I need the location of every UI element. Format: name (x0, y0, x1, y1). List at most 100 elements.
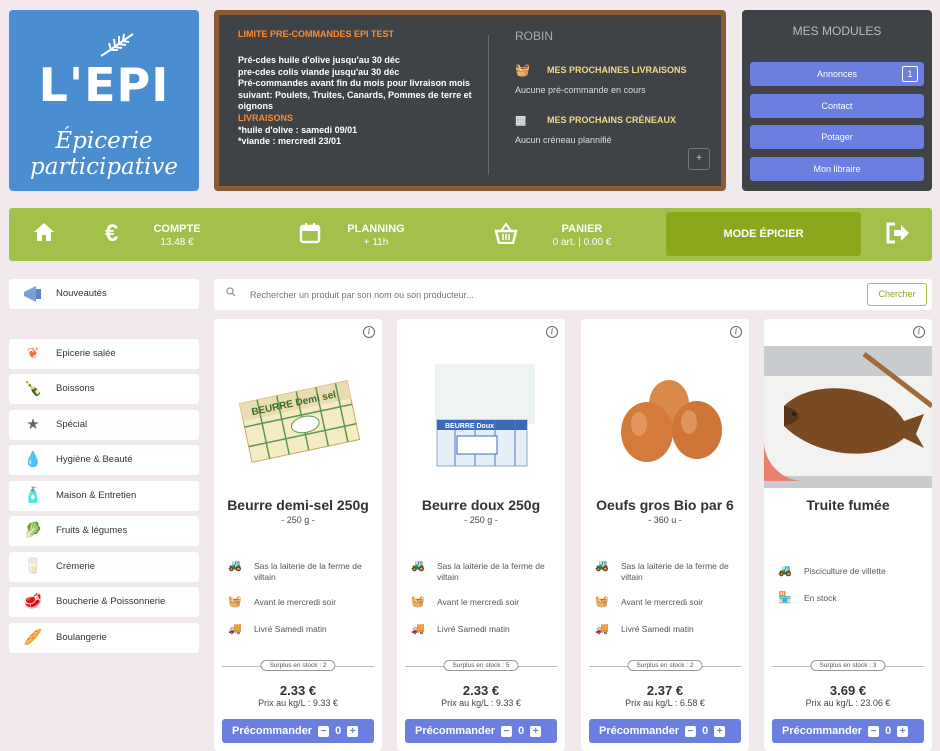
main-nav-bar: € COMPTE 13.48 € PLANNING + 11h PANIER 0… (9, 208, 932, 261)
order-count: 0 (702, 725, 709, 737)
product-quantity: - 250 g - (464, 515, 498, 525)
user-name: ROBIN (515, 29, 554, 43)
minus-icon[interactable]: − (685, 725, 697, 737)
product-price: 3.69 € (829, 683, 867, 698)
info-icon[interactable]: i (913, 326, 925, 338)
euro-icon[interactable]: € (105, 220, 118, 248)
board-plus-button[interactable]: + (688, 148, 710, 170)
price-per-kg: Prix au kg/L : 6.58 € (625, 698, 705, 708)
minus-icon[interactable]: − (318, 725, 330, 737)
bottle-icon: 🍾 (23, 380, 43, 397)
logout-icon[interactable] (885, 222, 911, 250)
producer-icon: 🚜 (228, 560, 242, 572)
basket-icon: 🧺 (515, 63, 530, 77)
minus-icon[interactable]: − (868, 725, 880, 737)
plus-icon[interactable]: + (530, 725, 542, 737)
delivery-row: 🚚 Livré Samedi matin (411, 623, 510, 635)
info-icon[interactable]: i (363, 326, 375, 338)
sidebar-item-hygiene[interactable]: 💧 Hygiène & Beauté (9, 445, 199, 475)
panier-link[interactable]: PANIER 0 art. | 0.00 € (537, 223, 627, 248)
plus-icon[interactable]: + (347, 725, 359, 737)
availability-row: 🧺 Avant le mercredi soir (595, 596, 704, 608)
slots-section: ▦ MES PROCHAINS CRÉNEAUX Aucun créneau pl… (515, 113, 677, 145)
price-per-kg: Prix au kg/L : 23.06 € (805, 698, 891, 708)
mode-epicier-button[interactable]: MODE ÉPICIER (666, 212, 861, 256)
star-icon: ★ (26, 416, 40, 433)
preorder-button[interactable]: Précommander −0 + (589, 719, 741, 743)
epi-logo[interactable]: L'EPI Épicerie participative (9, 10, 199, 191)
logo-subtitle: Épicerie participative (30, 128, 178, 180)
preorder-button[interactable]: Précommander −0 + (772, 719, 924, 743)
planning-link[interactable]: PLANNING + 11h (341, 223, 411, 248)
sidebar-item-maison[interactable]: 🧴 Maison & Entretien (9, 481, 199, 511)
sidebar-item-boissons[interactable]: 🍾 Boissons (9, 374, 199, 404)
preorder-button[interactable]: Précommander −0 + (405, 719, 557, 743)
stock-badge: Surplus en stock : 3 (810, 660, 886, 671)
product-image (589, 344, 739, 484)
stock-badge: Surplus en stock : 2 (627, 660, 703, 671)
product-card[interactable]: i Truite fumée 🚜 Pisciculture de villette… (764, 319, 934, 751)
home-icon[interactable] (33, 222, 55, 248)
meat-icon: 🥩 (23, 593, 43, 610)
bread-icon: 🥖 (23, 629, 43, 646)
basket-icon: 🧺 (411, 596, 425, 608)
product-image: BEURRE Demi sel (222, 344, 372, 484)
info-icon[interactable]: i (546, 326, 558, 338)
search-icon (226, 287, 236, 300)
compte-link[interactable]: COMPTE 13.48 € (149, 223, 205, 248)
product-image: BEURRE Doux (405, 344, 555, 484)
product-card[interactable]: i BEURRE Doux Beurre doux 250g - 250 g -… (397, 319, 565, 751)
product-image (764, 346, 934, 488)
sidebar-item-fruits[interactable]: 🥬 Fruits & légumes (9, 516, 199, 546)
module-annonces-button[interactable]: Annonces 1 (750, 62, 924, 86)
annonces-count-badge: 1 (902, 66, 918, 82)
sidebar-item-cremerie[interactable]: 🥛 Crèmerie (9, 552, 199, 582)
calendar-icon[interactable] (299, 222, 321, 250)
shop-icon: 🏪 (778, 592, 792, 604)
price-per-kg: Prix au kg/L : 9.33 € (441, 698, 521, 708)
sidebar-item-special[interactable]: ★ Spécial (9, 410, 199, 440)
producer-row: 🚜 Pisciculture de villette (778, 565, 886, 577)
basket-icon[interactable] (494, 222, 518, 250)
producer-icon: 🚜 (778, 565, 792, 577)
logo-title: L'EPI (38, 58, 170, 112)
availability-row: 🏪 En stock (778, 592, 837, 604)
milk-icon: 🥛 (23, 558, 43, 575)
pasta-icon: ❦ (26, 345, 40, 362)
search-button[interactable]: Chercher (867, 283, 927, 306)
order-count: 0 (335, 725, 342, 737)
producer-icon: 🚜 (411, 560, 425, 572)
plus-icon[interactable]: + (897, 725, 909, 737)
plus-icon[interactable]: + (714, 725, 726, 737)
module-libraire-button[interactable]: Mon libraire (750, 157, 924, 181)
sidebar-item-boulangerie[interactable]: 🥖 Boulangerie (9, 623, 199, 653)
info-icon[interactable]: i (730, 326, 742, 338)
sidebar-item-nouveautes[interactable]: Nouveautés (9, 279, 199, 309)
stock-badge: Surplus en stock : 2 (260, 660, 336, 671)
sidebar-item-boucherie[interactable]: 🥩 Boucherie & Poissonnerie (9, 587, 199, 617)
module-contact-button[interactable]: Contact (750, 94, 924, 118)
calendar-icon: ▦ (515, 113, 527, 127)
order-count: 0 (885, 725, 892, 737)
product-price: 2.37 € (646, 683, 684, 698)
producer-row: 🚜 Sas la laiterie de la ferme de viltain (411, 560, 545, 583)
product-card[interactable]: i Oeufs gros Bio par 6 - 360 u - 🚜 Sas la… (581, 319, 749, 751)
board-divider (488, 35, 489, 175)
search-input[interactable] (250, 285, 850, 304)
basket-icon: 🧺 (595, 596, 609, 608)
delivery-row: 🚚 Livré Samedi matin (228, 623, 327, 635)
producer-row: 🚜 Sas la laiterie de la ferme de viltain (228, 560, 362, 583)
producer-icon: 🚜 (595, 560, 609, 572)
vegetables-icon: 🥬 (23, 522, 43, 539)
product-card[interactable]: i BEURRE Demi sel Beurre demi-sel 250g -… (214, 319, 382, 751)
minus-icon[interactable]: − (501, 725, 513, 737)
module-potager-button[interactable]: Potager (750, 125, 924, 149)
truck-icon: 🚚 (411, 623, 425, 635)
truck-icon: 🚚 (595, 623, 609, 635)
deliveries-section: 🧺 MES PROCHAINES LIVRAISONS Aucune pré-co… (515, 63, 687, 95)
price-per-kg: Prix au kg/L : 9.33 € (258, 698, 338, 708)
producer-row: 🚜 Sas la laiterie de la ferme de viltain (595, 560, 729, 583)
preorder-button[interactable]: Précommander −0 + (222, 719, 374, 743)
sidebar-item-epicerie-salee[interactable]: ❦ Epicerie salée (9, 339, 199, 369)
spray-icon: 🧴 (23, 487, 43, 504)
